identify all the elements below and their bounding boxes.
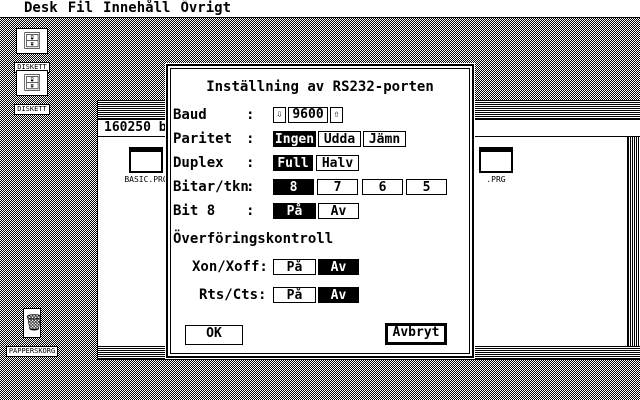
bits-option-8[interactable]: 8 xyxy=(273,179,314,195)
trash-label: PAPPERSKORG xyxy=(5,346,59,357)
parity-option-udda[interactable]: Udda xyxy=(318,131,361,147)
vertical-scrollbar[interactable] xyxy=(627,137,640,359)
duplex-label: Duplex xyxy=(173,155,224,171)
file-name: .PRG xyxy=(486,175,506,184)
cancel-button[interactable]: Avbryt xyxy=(385,323,447,345)
trash[interactable]: 🗑 PAPPERSKORG xyxy=(4,308,60,357)
bits-option-5[interactable]: 5 xyxy=(406,179,447,195)
bit8-label: Bit 8 xyxy=(173,203,216,219)
bit8-option-av[interactable]: Av xyxy=(318,203,359,219)
parity-label: Paritet xyxy=(173,131,233,147)
rts-cts-label: Rts/Cts: xyxy=(199,287,267,303)
xon-xoff-option-av[interactable]: Av xyxy=(318,259,359,275)
dialog-title: Inställning av RS232-porten xyxy=(206,79,434,95)
program-file-icon xyxy=(129,147,163,173)
baud-label: Baud xyxy=(173,107,207,123)
xon-xoff-option-pa[interactable]: På xyxy=(273,259,316,275)
file-name: BASIC.PRG xyxy=(124,175,168,184)
bits-option-6[interactable]: 6 xyxy=(362,179,403,195)
floppy-drive-icon: 🗄 xyxy=(16,28,48,54)
duplex-option-halv[interactable]: Halv xyxy=(316,155,359,171)
menu-innehall[interactable]: Innehåll xyxy=(98,0,175,17)
rs232-settings-dialog: Inställning av RS232-porten Baud : ⇩ 960… xyxy=(165,63,475,359)
bits-option-7[interactable]: 7 xyxy=(317,179,358,195)
menu-bar: Desk Fil Innehåll Övrigt xyxy=(0,0,640,18)
rts-cts-option-pa[interactable]: På xyxy=(273,287,316,303)
ok-button[interactable]: OK xyxy=(185,325,243,345)
parity-option-jamn[interactable]: Jämn xyxy=(363,131,406,147)
baud-colon: : xyxy=(246,107,255,123)
menu-ovrigt[interactable]: Övrigt xyxy=(175,0,236,17)
flow-control-heading: Överföringskontroll xyxy=(173,231,334,247)
drive-b[interactable]: 🗄 DISKETT xyxy=(4,70,60,115)
trash-icon: 🗑 xyxy=(23,308,44,338)
bits-label: Bitar/tkn xyxy=(173,179,249,195)
menu-fil[interactable]: Fil xyxy=(63,0,98,17)
xon-xoff-label: Xon/Xoff: xyxy=(192,259,268,275)
parity-colon: : xyxy=(246,131,255,147)
program-file-icon xyxy=(479,147,513,173)
drive-b-label: DISKETT xyxy=(14,104,50,115)
bit8-colon: : xyxy=(246,203,255,219)
bit8-option-pa[interactable]: På xyxy=(273,203,316,219)
bits-colon: : xyxy=(246,179,255,195)
parity-option-ingen[interactable]: Ingen xyxy=(273,131,316,147)
baud-value: 9600 xyxy=(288,107,328,123)
duplex-colon: : xyxy=(246,155,255,171)
rts-cts-option-av[interactable]: Av xyxy=(318,287,359,303)
menu-desk[interactable]: Desk xyxy=(0,0,63,17)
floppy-drive-icon: 🗄 xyxy=(16,70,48,96)
file-item[interactable]: .PRG xyxy=(466,147,526,184)
arrow-up-icon[interactable]: ⇧ xyxy=(330,107,343,123)
duplex-option-full[interactable]: Full xyxy=(273,155,313,171)
arrow-down-icon[interactable]: ⇩ xyxy=(273,107,286,123)
drive-a[interactable]: 🗄 DISKETT xyxy=(4,28,60,73)
